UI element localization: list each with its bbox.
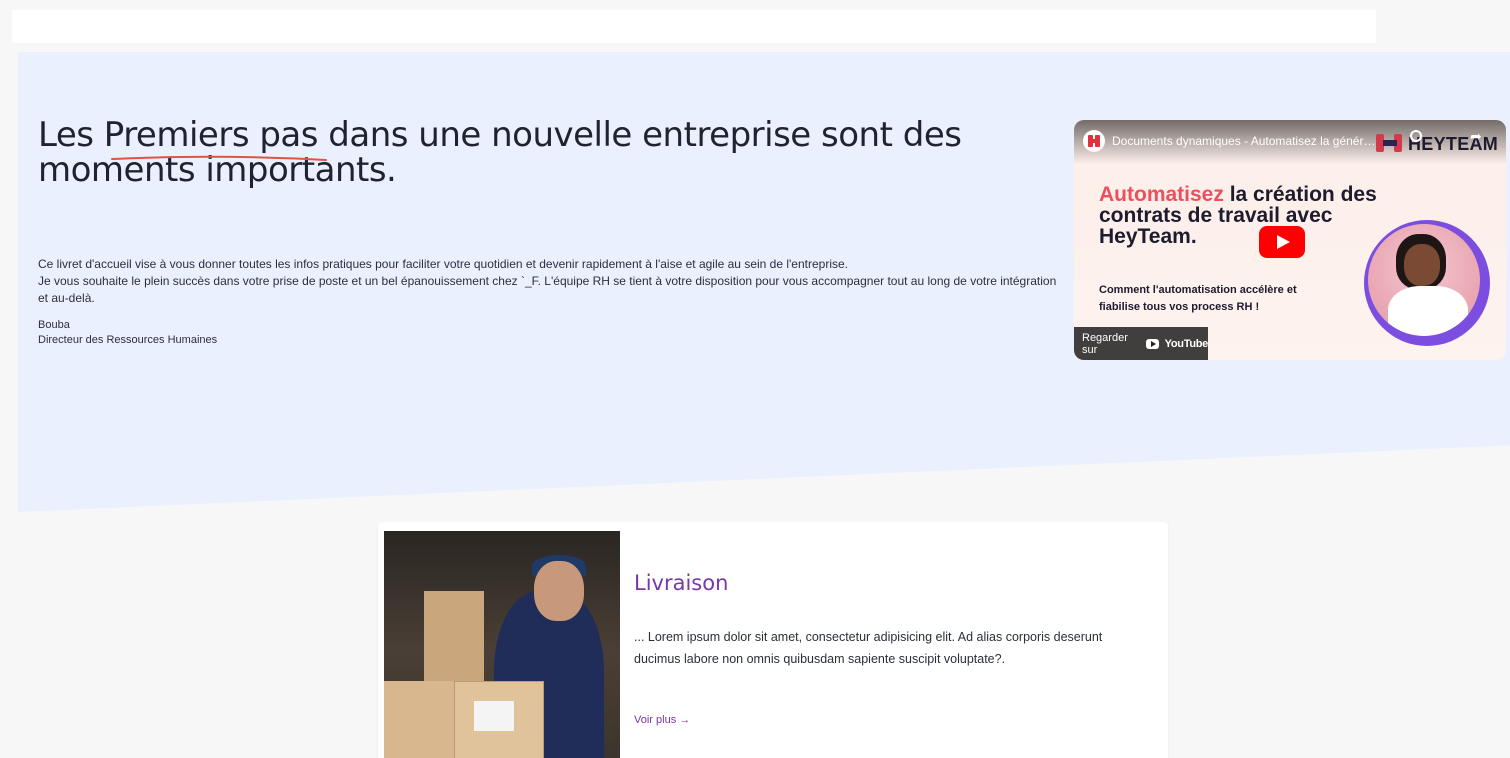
video-headline: Automatisez la création des contrats de … [1099, 184, 1399, 247]
intro-paragraph-2: Je vous souhaite le plein succès dans vo… [38, 274, 1057, 305]
watch-on-youtube-button[interactable]: Regarder sur YouTube [1074, 327, 1208, 360]
intro-text: Ce livret d'accueil vise à vous donner t… [38, 256, 1058, 307]
headline-underline-decoration [111, 155, 327, 161]
content-card: Livraison ... Lorem ipsum dolor sit amet… [378, 522, 1168, 758]
play-button-icon[interactable] [1259, 226, 1305, 258]
signature-name: Bouba [38, 319, 70, 331]
youtube-video-embed[interactable]: Documents dynamiques - Automatisez la gé… [1074, 120, 1506, 360]
channel-logo-icon[interactable] [1083, 130, 1105, 152]
video-subtitle: Comment l'automatisation accélère et fia… [1099, 284, 1297, 313]
headline-highlight: Premiers pas [103, 115, 319, 155]
card-title: Livraison [634, 571, 729, 595]
card-text: ... Lorem ipsum dolor sit amet, consecte… [634, 630, 1103, 666]
share-icon[interactable]: ➦ [1470, 128, 1482, 145]
youtube-wordmark: YouTube [1164, 337, 1209, 350]
read-more-link[interactable]: Voir plus → [634, 714, 690, 726]
signature-role: Directeur des Ressources Humaines [38, 334, 218, 346]
signature: Bouba Directeur des Ressources Humaines [38, 318, 217, 348]
portrait-image [1364, 220, 1490, 346]
watch-later-icon[interactable] [1410, 130, 1422, 142]
headline-start: Les [38, 115, 104, 155]
video-headline-accent: Automatisez [1099, 183, 1224, 206]
youtube-logo-icon [1146, 338, 1159, 349]
video-title[interactable]: Documents dynamiques - Automatisez la gé… [1112, 134, 1377, 148]
top-bar [12, 10, 1376, 43]
heyteam-logo-icon [1376, 132, 1404, 154]
delivery-man-image [384, 531, 620, 758]
watch-on-label: Regarder sur [1082, 331, 1128, 356]
intro-paragraph-1: Ce livret d'accueil vise à vous donner t… [38, 257, 848, 271]
